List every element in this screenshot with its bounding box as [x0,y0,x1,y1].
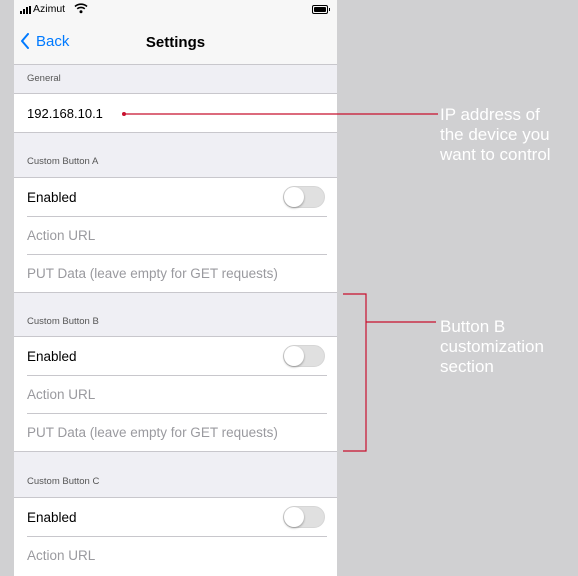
button-c-group: Enabled Action URL [14,497,337,576]
section-header-general: General [27,73,61,84]
enabled-label: Enabled [27,510,77,525]
button-b-put-data-field[interactable]: PUT Data (leave empty for GET requests) [14,413,337,451]
page-title: Settings [145,34,206,51]
button-a-put-data-field[interactable]: PUT Data (leave empty for GET requests) [14,254,337,292]
button-a-group: Enabled Action URL PUT Data (leave empty… [14,177,337,293]
button-b-enabled-row: Enabled [14,337,337,375]
button-a-enabled-row: Enabled [14,178,337,216]
enabled-label: Enabled [27,190,77,205]
button-c-enabled-toggle[interactable] [283,506,325,528]
ip-address-value: 192.168.10.1 [27,106,103,121]
general-group: 192.168.10.1 [14,93,337,133]
navigation-bar: Back Settings [14,20,337,65]
section-header-button-b: Custom Button B [27,316,99,327]
button-b-action-url-field[interactable]: Action URL [14,375,337,413]
button-c-action-url-field[interactable]: Action URL [14,536,337,574]
carrier-name: Azimut [33,3,66,15]
wifi-icon [74,2,88,16]
button-b-enabled-toggle[interactable] [283,345,325,367]
button-b-bracket [343,293,367,452]
section-header-button-c: Custom Button C [27,476,100,487]
battery-icon [312,5,330,14]
enabled-label: Enabled [27,349,77,364]
ip-annotation: IP address of the device you want to con… [440,105,551,164]
status-bar: Azimut [14,0,337,20]
button-a-action-url-field[interactable]: Action URL [14,216,337,254]
ip-address-field[interactable]: 192.168.10.1 [14,94,337,132]
button-b-annotation: Button B customization section [440,317,544,376]
settings-screen: Azimut Back Settings General 192.168.10.… [14,0,337,576]
section-header-button-a: Custom Button A [27,156,99,167]
button-c-enabled-row: Enabled [14,498,337,536]
button-b-group: Enabled Action URL PUT Data (leave empty… [14,336,337,452]
button-a-enabled-toggle[interactable] [283,186,325,208]
